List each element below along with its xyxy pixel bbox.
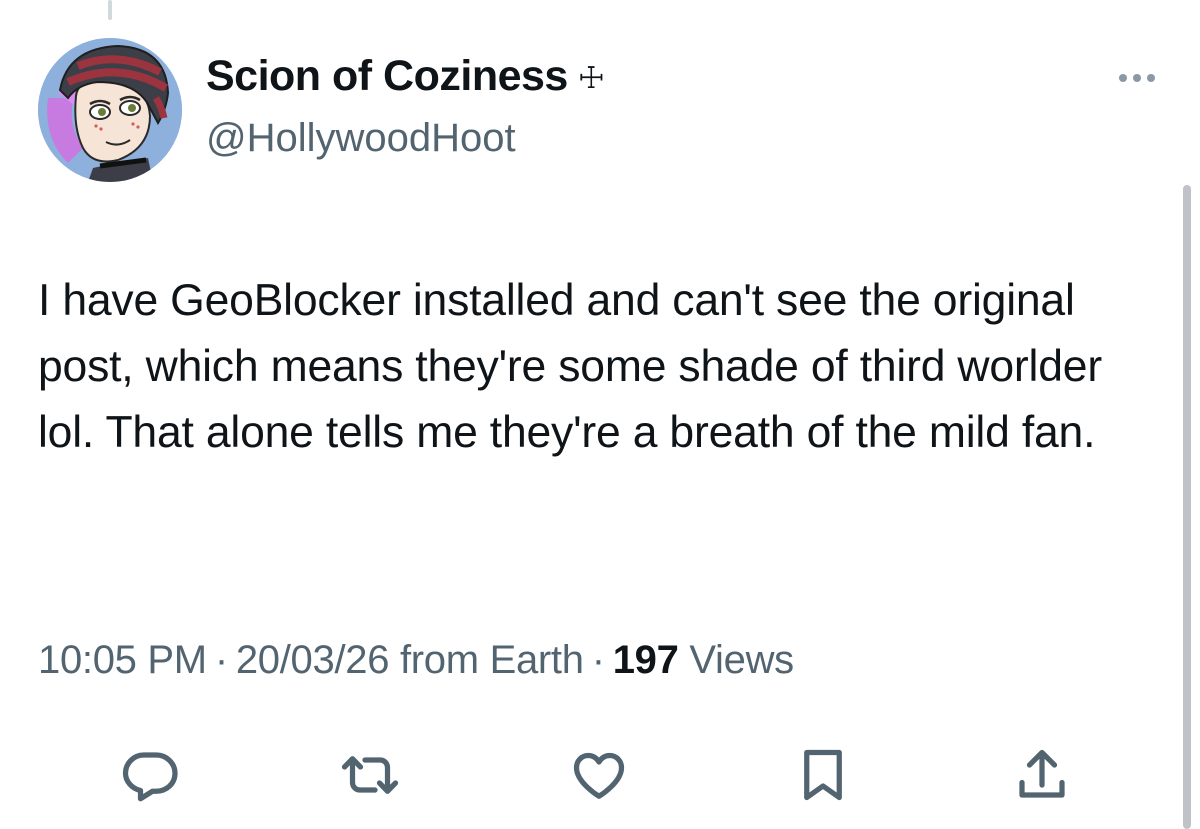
bookmark-icon bbox=[804, 749, 842, 801]
bookmark-button[interactable] bbox=[788, 740, 858, 810]
views-label: Views bbox=[689, 638, 794, 682]
tweet-meta: 10:05 PM · 20/03/26 from Earth · 197 Views bbox=[38, 638, 794, 683]
retweet-button[interactable] bbox=[335, 740, 405, 810]
more-options-icon[interactable] bbox=[1112, 66, 1162, 90]
tweet-time[interactable]: 10:05 PM bbox=[38, 638, 207, 682]
reply-icon bbox=[122, 752, 178, 802]
retweet-icon bbox=[341, 756, 399, 794]
like-button[interactable] bbox=[564, 740, 634, 810]
share-button[interactable] bbox=[1007, 740, 1077, 810]
thread-connector-line bbox=[108, 0, 112, 20]
views-count: 197 bbox=[612, 638, 679, 682]
tweet-date-location[interactable]: 20/03/26 from Earth bbox=[236, 638, 584, 682]
reply-button[interactable] bbox=[115, 740, 185, 810]
meta-separator: · bbox=[214, 638, 228, 682]
heart-icon bbox=[573, 752, 625, 799]
tweet-text: I have GeoBlocker installed and can't se… bbox=[38, 276, 1102, 457]
avatar[interactable] bbox=[38, 38, 182, 182]
action-bar bbox=[0, 740, 1200, 810]
author-name-row[interactable]: Scion of Coziness ☩ bbox=[206, 52, 605, 101]
meta-separator: · bbox=[591, 638, 605, 682]
user-handle[interactable]: @HollywoodHoot bbox=[206, 116, 516, 161]
cartoon-avatar-icon bbox=[38, 38, 182, 182]
cross-icon: ☩ bbox=[577, 61, 605, 95]
scrollbar[interactable] bbox=[1183, 185, 1191, 829]
display-name[interactable]: Scion of Coziness bbox=[206, 52, 568, 101]
share-icon bbox=[1019, 749, 1065, 798]
